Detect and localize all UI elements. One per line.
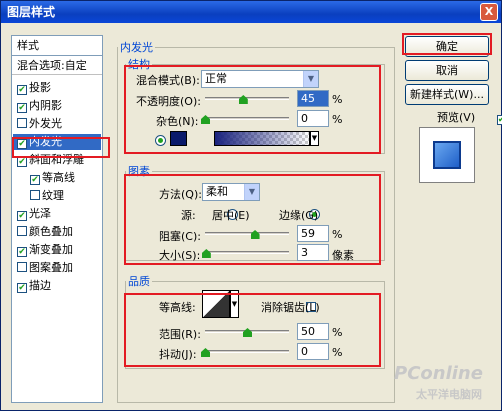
cancel-button[interactable]: 取消 — [405, 60, 489, 81]
style-preview-box — [419, 127, 475, 183]
sidebar-item-contour[interactable]: ✔ 等高线 — [30, 170, 75, 186]
panel-title: 内发光 — [120, 41, 153, 54]
sidebar-item-drop-shadow[interactable]: ✔ 投影 — [17, 80, 51, 96]
annotation-highlight-sidebar — [12, 137, 110, 158]
checkbox-contour[interactable]: ✔ — [30, 175, 40, 185]
checkbox-inner-shadow[interactable]: ✔ — [17, 103, 27, 113]
checkbox-pattern-overlay[interactable] — [17, 262, 27, 272]
preview-swatch — [433, 141, 461, 169]
checkbox-drop-shadow[interactable]: ✔ — [17, 85, 27, 95]
annotation-highlight-structure — [124, 65, 381, 154]
sidebar-item-pattern-overlay[interactable]: 图案叠加 — [17, 260, 73, 276]
sidebar-item-outer-glow[interactable]: 外发光 — [17, 116, 62, 132]
annotation-highlight-ok — [402, 33, 492, 55]
preview-checkbox[interactable]: ✔ — [496, 115, 502, 125]
quality-title: 品质 — [128, 275, 150, 288]
checkbox-color-overlay[interactable] — [17, 226, 27, 236]
sidebar-item-blend-options[interactable]: 混合选项:自定 — [12, 56, 102, 75]
styles-sidebar: 样式 混合选项:自定 ✔ 投影 ✔ 内阴影 外发光 ✔ 内发光 ✔ 斜面和浮雕 ✔ 等高线… — [11, 35, 103, 403]
checkbox-outer-glow[interactable] — [17, 118, 27, 128]
preview-label[interactable]: 预览(V) — [437, 109, 475, 125]
checkbox-bevel-emboss[interactable]: ✔ — [17, 157, 27, 167]
sidebar-item-color-overlay[interactable]: 颜色叠加 — [17, 224, 73, 240]
sidebar-item-satin[interactable]: ✔ 光泽 — [17, 206, 51, 222]
sidebar-item-texture[interactable]: 纹理 — [30, 188, 64, 204]
checkbox-texture[interactable] — [30, 190, 40, 200]
sidebar-item-inner-shadow[interactable]: ✔ 内阴影 — [17, 98, 62, 114]
watermark-brand: PConline — [394, 363, 483, 384]
checkbox-stroke[interactable]: ✔ — [17, 283, 27, 293]
checkbox-satin[interactable]: ✔ — [17, 211, 27, 221]
sidebar-header[interactable]: 样式 — [12, 36, 102, 56]
annotation-highlight-elements — [124, 174, 381, 265]
window-title: 图层样式 — [7, 5, 56, 19]
sidebar-item-stroke[interactable]: ✔ 描边 — [17, 278, 51, 294]
sidebar-item-gradient-overlay[interactable]: ✔ 渐变叠加 — [17, 242, 73, 258]
watermark-sub: 太平洋电脑网 — [416, 388, 482, 401]
close-icon[interactable]: X — [480, 3, 498, 21]
checkbox-gradient-overlay[interactable]: ✔ — [17, 247, 27, 257]
annotation-highlight-quality — [124, 293, 381, 367]
layer-style-dialog: 图层样式 X 样式 混合选项:自定 ✔ 投影 ✔ 内阴影 外发光 ✔ 内发光 ✔ 斜面和… — [0, 0, 502, 411]
title-bar: 图层样式 X — [1, 1, 501, 23]
new-style-button[interactable]: 新建样式(W)... — [405, 84, 489, 105]
